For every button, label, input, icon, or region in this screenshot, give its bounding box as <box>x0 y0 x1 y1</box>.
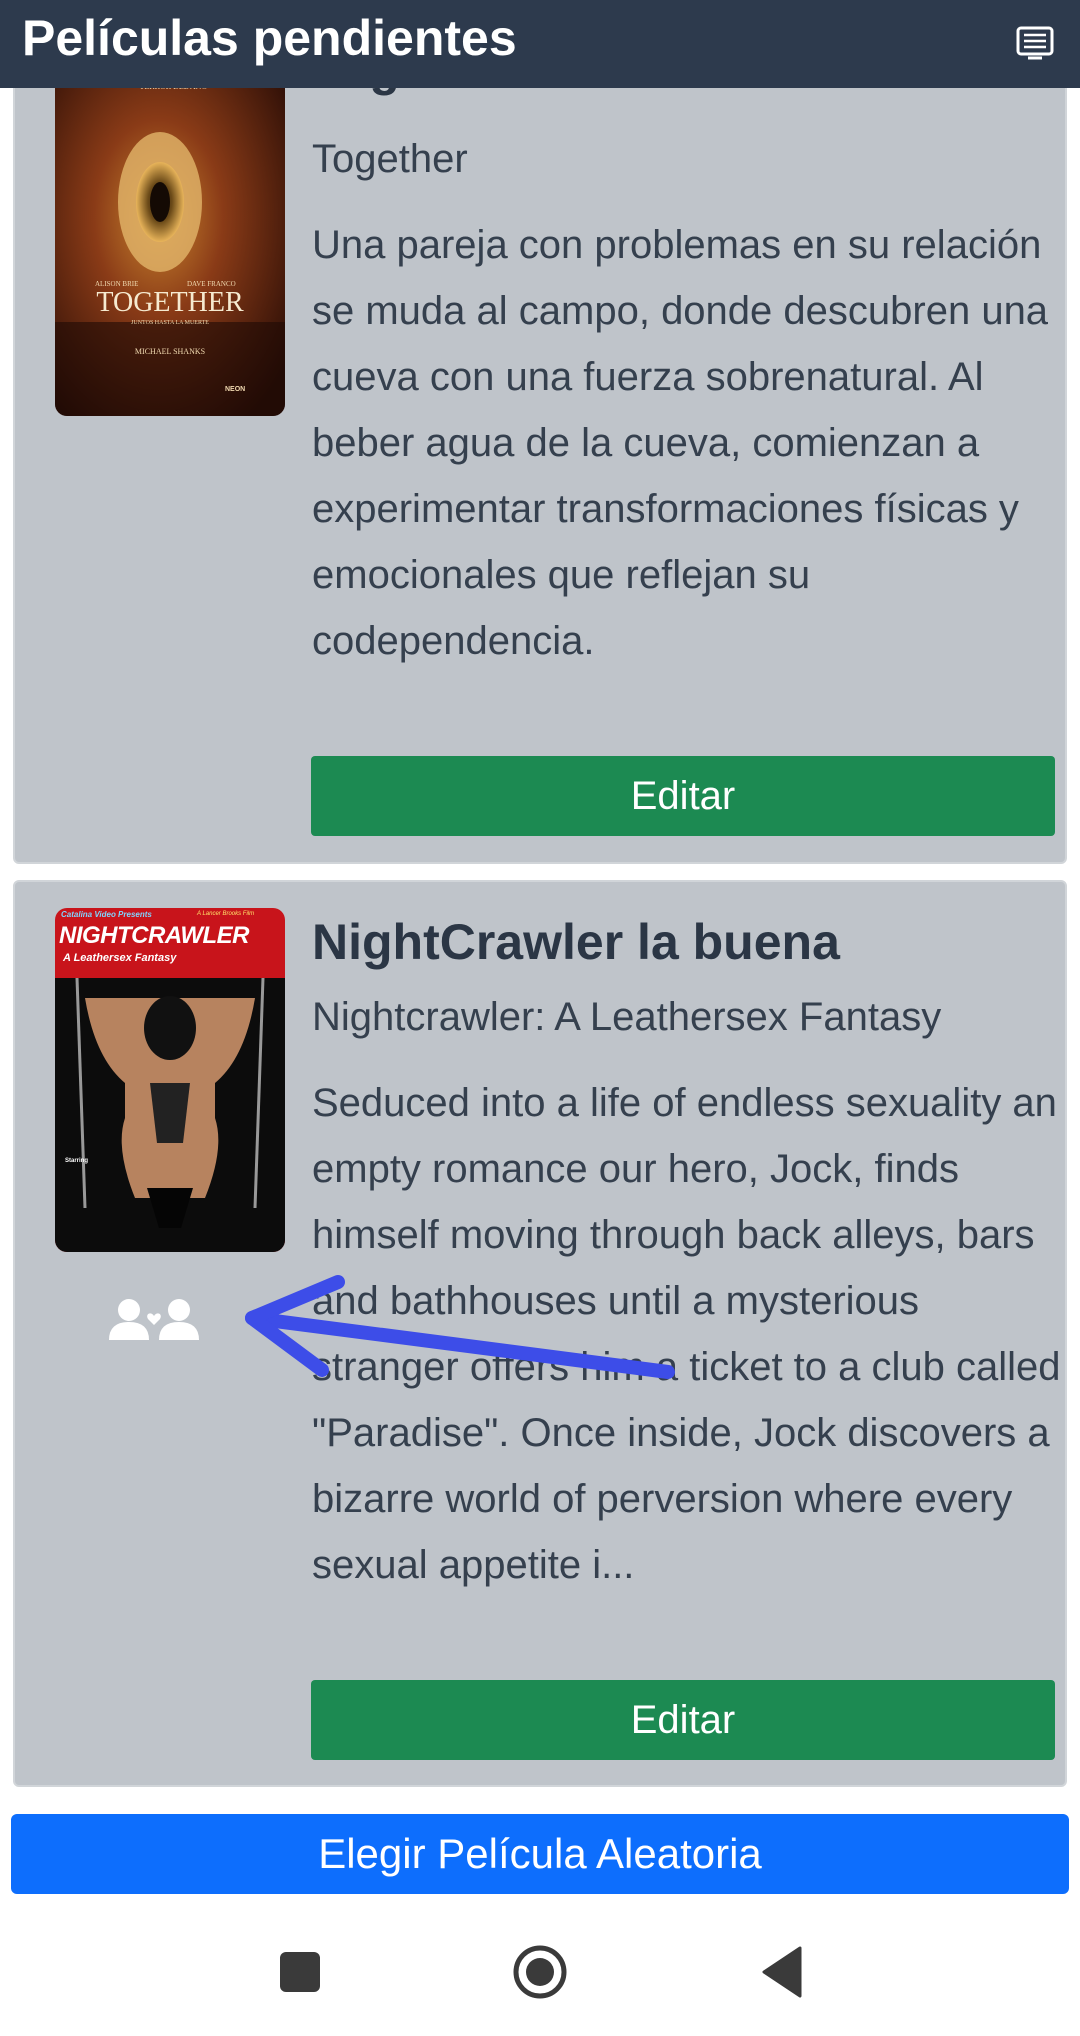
poster-studio: NEON <box>225 386 246 393</box>
edit-button[interactable]: Editar <box>311 1680 1055 1760</box>
movie-original-title: Together <box>312 137 468 181</box>
poster-presenter: Catalina Video Presents <box>61 910 152 919</box>
poster-title: TOGETHER <box>96 287 244 318</box>
poster-subtitle: JUNTOS HASTA LA MUERTE <box>131 320 209 326</box>
random-movie-button[interactable]: Elegir Película Aleatoria <box>11 1814 1069 1894</box>
poster-presenter-right: A Lancer Brooks Film <box>197 911 255 917</box>
poster-title: NIGHTCRAWLER <box>59 922 249 949</box>
movie-title: NightCrawler la buena <box>312 914 840 970</box>
movie-description: Una pareja con problemas en su relación … <box>312 223 1049 663</box>
poster-starring: Starring <box>65 1158 89 1164</box>
movie-card: "LA MEJOR PELÍCULA DE TERROR DEL AÑO" AL… <box>13 40 1067 864</box>
movie-description: Seduced into a life of endless sexuality… <box>312 1081 1061 1587</box>
square-icon[interactable] <box>280 1952 320 1992</box>
page-title: Películas pendientes <box>22 10 517 66</box>
movie-card: Catalina Video Presents A Lancer Brooks … <box>13 880 1067 1787</box>
movie-poster[interactable]: Catalina Video Presents A Lancer Brooks … <box>55 908 285 1252</box>
movie-original-title: Nightcrawler: A Leathersex Fantasy <box>312 995 942 1039</box>
list-icon[interactable] <box>1014 22 1056 64</box>
poster-subtitle: A Leathersex Fantasy <box>63 952 177 964</box>
couple-icon[interactable] <box>107 1296 201 1346</box>
triangle-back-icon[interactable] <box>760 1946 802 1998</box>
app-header: Películas pendientes <box>0 0 1080 88</box>
edit-button[interactable]: Editar <box>311 756 1055 836</box>
circle-icon[interactable] <box>512 1944 568 2000</box>
movie-poster[interactable]: "LA MEJOR PELÍCULA DE TERROR DEL AÑO" AL… <box>55 72 285 416</box>
poster-director: MICHAEL SHANKS <box>134 347 206 356</box>
system-nav-bar <box>0 1900 1080 2036</box>
